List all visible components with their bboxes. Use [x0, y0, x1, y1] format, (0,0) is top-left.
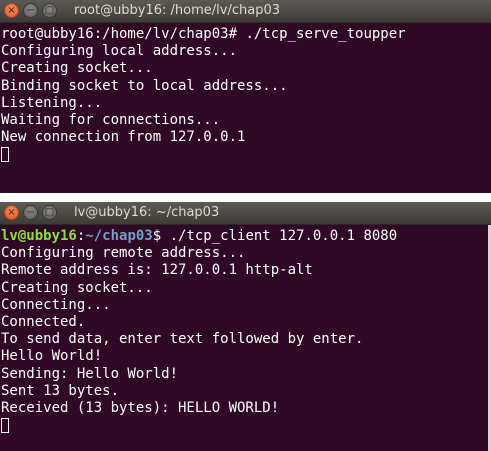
output-line: Binding socket to local address... [1, 77, 288, 94]
client-terminal-window[interactable]: × − □ lv@ubby16: ~/chap03 lv@ubby16:~/ch… [0, 202, 491, 451]
text-cursor [1, 418, 9, 434]
output-line: Sending: Hello World! [1, 365, 179, 382]
window-title: lv@ubby16: ~/chap03 [74, 205, 220, 220]
maximize-icon[interactable]: □ [42, 3, 57, 18]
output-line: Waiting for connections... [1, 111, 221, 128]
output-line: To send data, enter text followed by ent… [1, 331, 364, 348]
output-line: Creating socket... [1, 60, 153, 77]
output-line: Connected. [1, 313, 86, 330]
output-line: Listening... [1, 94, 103, 111]
command-line: lv@ubby16:~/chap03$ ./tcp_client 127.0.0… [1, 228, 491, 245]
command-line: root@ubby16:/home/lv/chap03# ./tcp_serve… [1, 26, 491, 43]
output-line: New connection from 127.0.0.1 [1, 129, 246, 146]
close-icon[interactable]: × [4, 205, 19, 220]
typed-command: ./tcp_client 127.0.0.1 8080 [169, 228, 398, 244]
server-terminal-titlebar[interactable]: × − □ root@ubby16: /home/lv/chap03 [0, 0, 491, 23]
shell-prompt: root@ubby16:/home/lv/chap03# [1, 26, 246, 42]
window-controls: × − □ [4, 205, 57, 220]
output-line: Hello World! [1, 348, 103, 365]
window-controls: × − □ [4, 3, 57, 18]
output-line: Sent 13 bytes. [1, 382, 120, 399]
output-line: Configuring local address... [1, 43, 238, 60]
typed-command: ./tcp_serve_toupper [245, 26, 406, 42]
minimize-icon[interactable]: − [23, 3, 38, 18]
cursor-line [1, 417, 491, 434]
prompt-end: $ [152, 228, 170, 244]
minimize-icon[interactable]: − [23, 205, 38, 220]
output-line: Configuring remote address... [1, 245, 246, 262]
client-terminal-titlebar[interactable]: × − □ lv@ubby16: ~/chap03 [0, 202, 491, 225]
prompt-path: ~/chap03 [85, 228, 153, 244]
client-terminal-output[interactable]: lv@ubby16:~/chap03$ ./tcp_client 127.0.0… [0, 225, 491, 451]
close-icon[interactable]: × [4, 3, 19, 18]
cursor-line [1, 146, 491, 163]
prompt-user-host: lv@ubby16 [1, 228, 77, 244]
server-terminal-window[interactable]: × − □ root@ubby16: /home/lv/chap03 root@… [0, 0, 491, 193]
window-title: root@ubby16: /home/lv/chap03 [74, 3, 281, 18]
output-line: Connecting... [1, 296, 111, 313]
output-line: Received (13 bytes): HELLO WORLD! [1, 399, 280, 416]
output-line: Creating socket... [1, 279, 153, 296]
server-terminal-output[interactable]: root@ubby16:/home/lv/chap03# ./tcp_serve… [0, 23, 491, 193]
maximize-icon[interactable]: □ [42, 205, 57, 220]
text-cursor [1, 147, 9, 163]
output-line: Remote address is: 127.0.0.1 http-alt [1, 262, 313, 279]
